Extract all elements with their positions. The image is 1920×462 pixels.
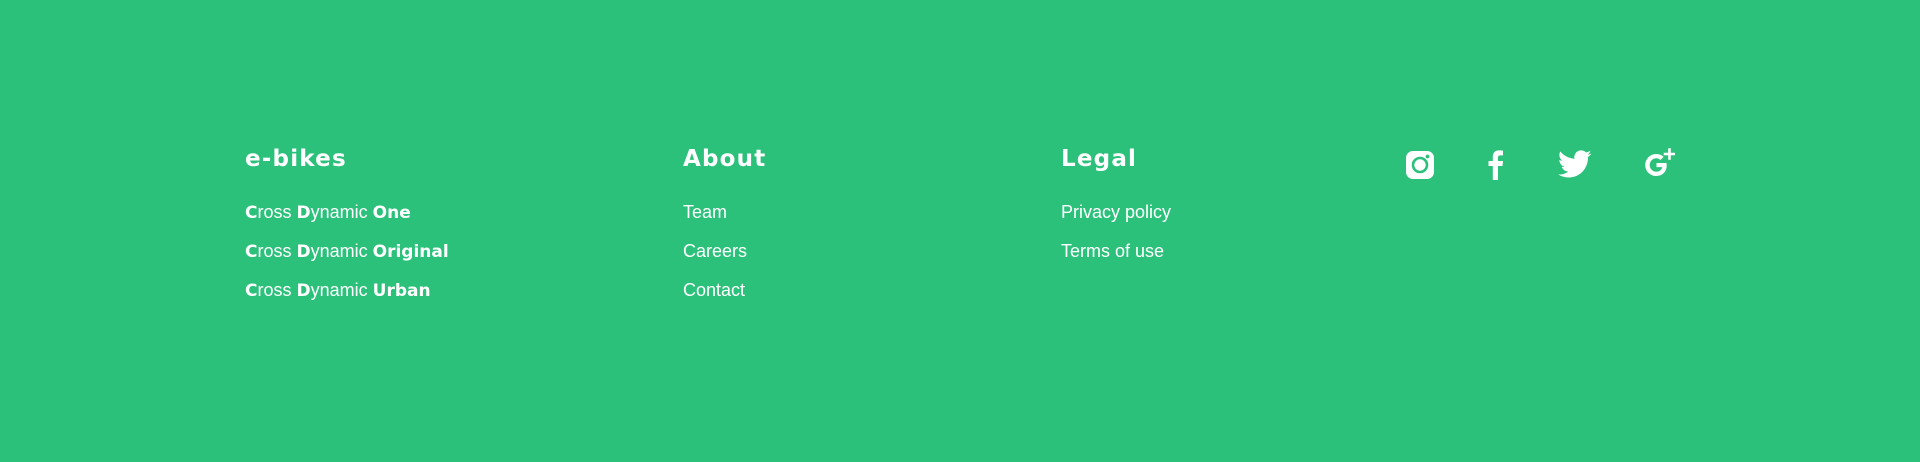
- initial-c: C: [245, 281, 258, 301]
- social-links: [1405, 147, 1685, 181]
- about-link-list: Team Careers Contact: [683, 201, 766, 301]
- ebikes-link-list: Cross Dynamic One Cross Dynamic Original…: [245, 201, 449, 301]
- footer-column-ebikes: e-bikes Cross Dynamic One Cross Dynamic …: [245, 144, 449, 318]
- word-ross: ross: [257, 280, 297, 300]
- link-privacy-policy[interactable]: Privacy policy: [1061, 202, 1171, 222]
- twitter-icon[interactable]: [1557, 147, 1593, 181]
- list-item: Terms of use: [1061, 240, 1171, 262]
- product-link-cross-dynamic-one[interactable]: Cross Dynamic One: [245, 202, 411, 223]
- word-ross: ross: [257, 241, 297, 261]
- word-ynamic: ynamic: [310, 280, 373, 300]
- google-plus-icon[interactable]: [1643, 147, 1675, 181]
- list-item: Cross Dynamic One: [245, 201, 449, 223]
- word-ynamic: ynamic: [310, 202, 373, 222]
- initial-d: D: [296, 203, 311, 223]
- initial-d: D: [296, 281, 311, 301]
- word-ross: ross: [257, 202, 297, 222]
- instagram-icon[interactable]: [1405, 147, 1435, 181]
- list-item: Cross Dynamic Original: [245, 240, 449, 262]
- word-ynamic: ynamic: [310, 241, 373, 261]
- product-link-cross-dynamic-urban[interactable]: Cross Dynamic Urban: [245, 280, 431, 301]
- list-item: Privacy policy: [1061, 201, 1171, 223]
- model-name: Original: [372, 242, 449, 262]
- link-terms-of-use[interactable]: Terms of use: [1061, 241, 1164, 261]
- column-title-ebikes: e-bikes: [245, 146, 347, 172]
- initial-c: C: [245, 242, 258, 262]
- link-careers[interactable]: Careers: [683, 241, 747, 261]
- column-title-about: About: [683, 146, 767, 172]
- initial-d: D: [296, 242, 311, 262]
- legal-link-list: Privacy policy Terms of use: [1061, 201, 1171, 262]
- model-name: Urban: [372, 281, 431, 301]
- list-item: Cross Dynamic Urban: [245, 279, 449, 301]
- product-link-cross-dynamic-original[interactable]: Cross Dynamic Original: [245, 241, 449, 262]
- column-title-legal: Legal: [1061, 146, 1138, 172]
- list-item: Team: [683, 201, 766, 223]
- site-footer: e-bikes Cross Dynamic One Cross Dynamic …: [0, 0, 1920, 462]
- initial-c: C: [245, 203, 258, 223]
- link-contact[interactable]: Contact: [683, 280, 745, 300]
- list-item: Careers: [683, 240, 766, 262]
- list-item: Contact: [683, 279, 766, 301]
- footer-column-about: About Team Careers Contact: [683, 144, 766, 318]
- link-team[interactable]: Team: [683, 202, 727, 222]
- footer-column-legal: Legal Privacy policy Terms of use: [1061, 144, 1171, 279]
- model-name: One: [372, 203, 411, 223]
- facebook-icon[interactable]: [1486, 147, 1504, 181]
